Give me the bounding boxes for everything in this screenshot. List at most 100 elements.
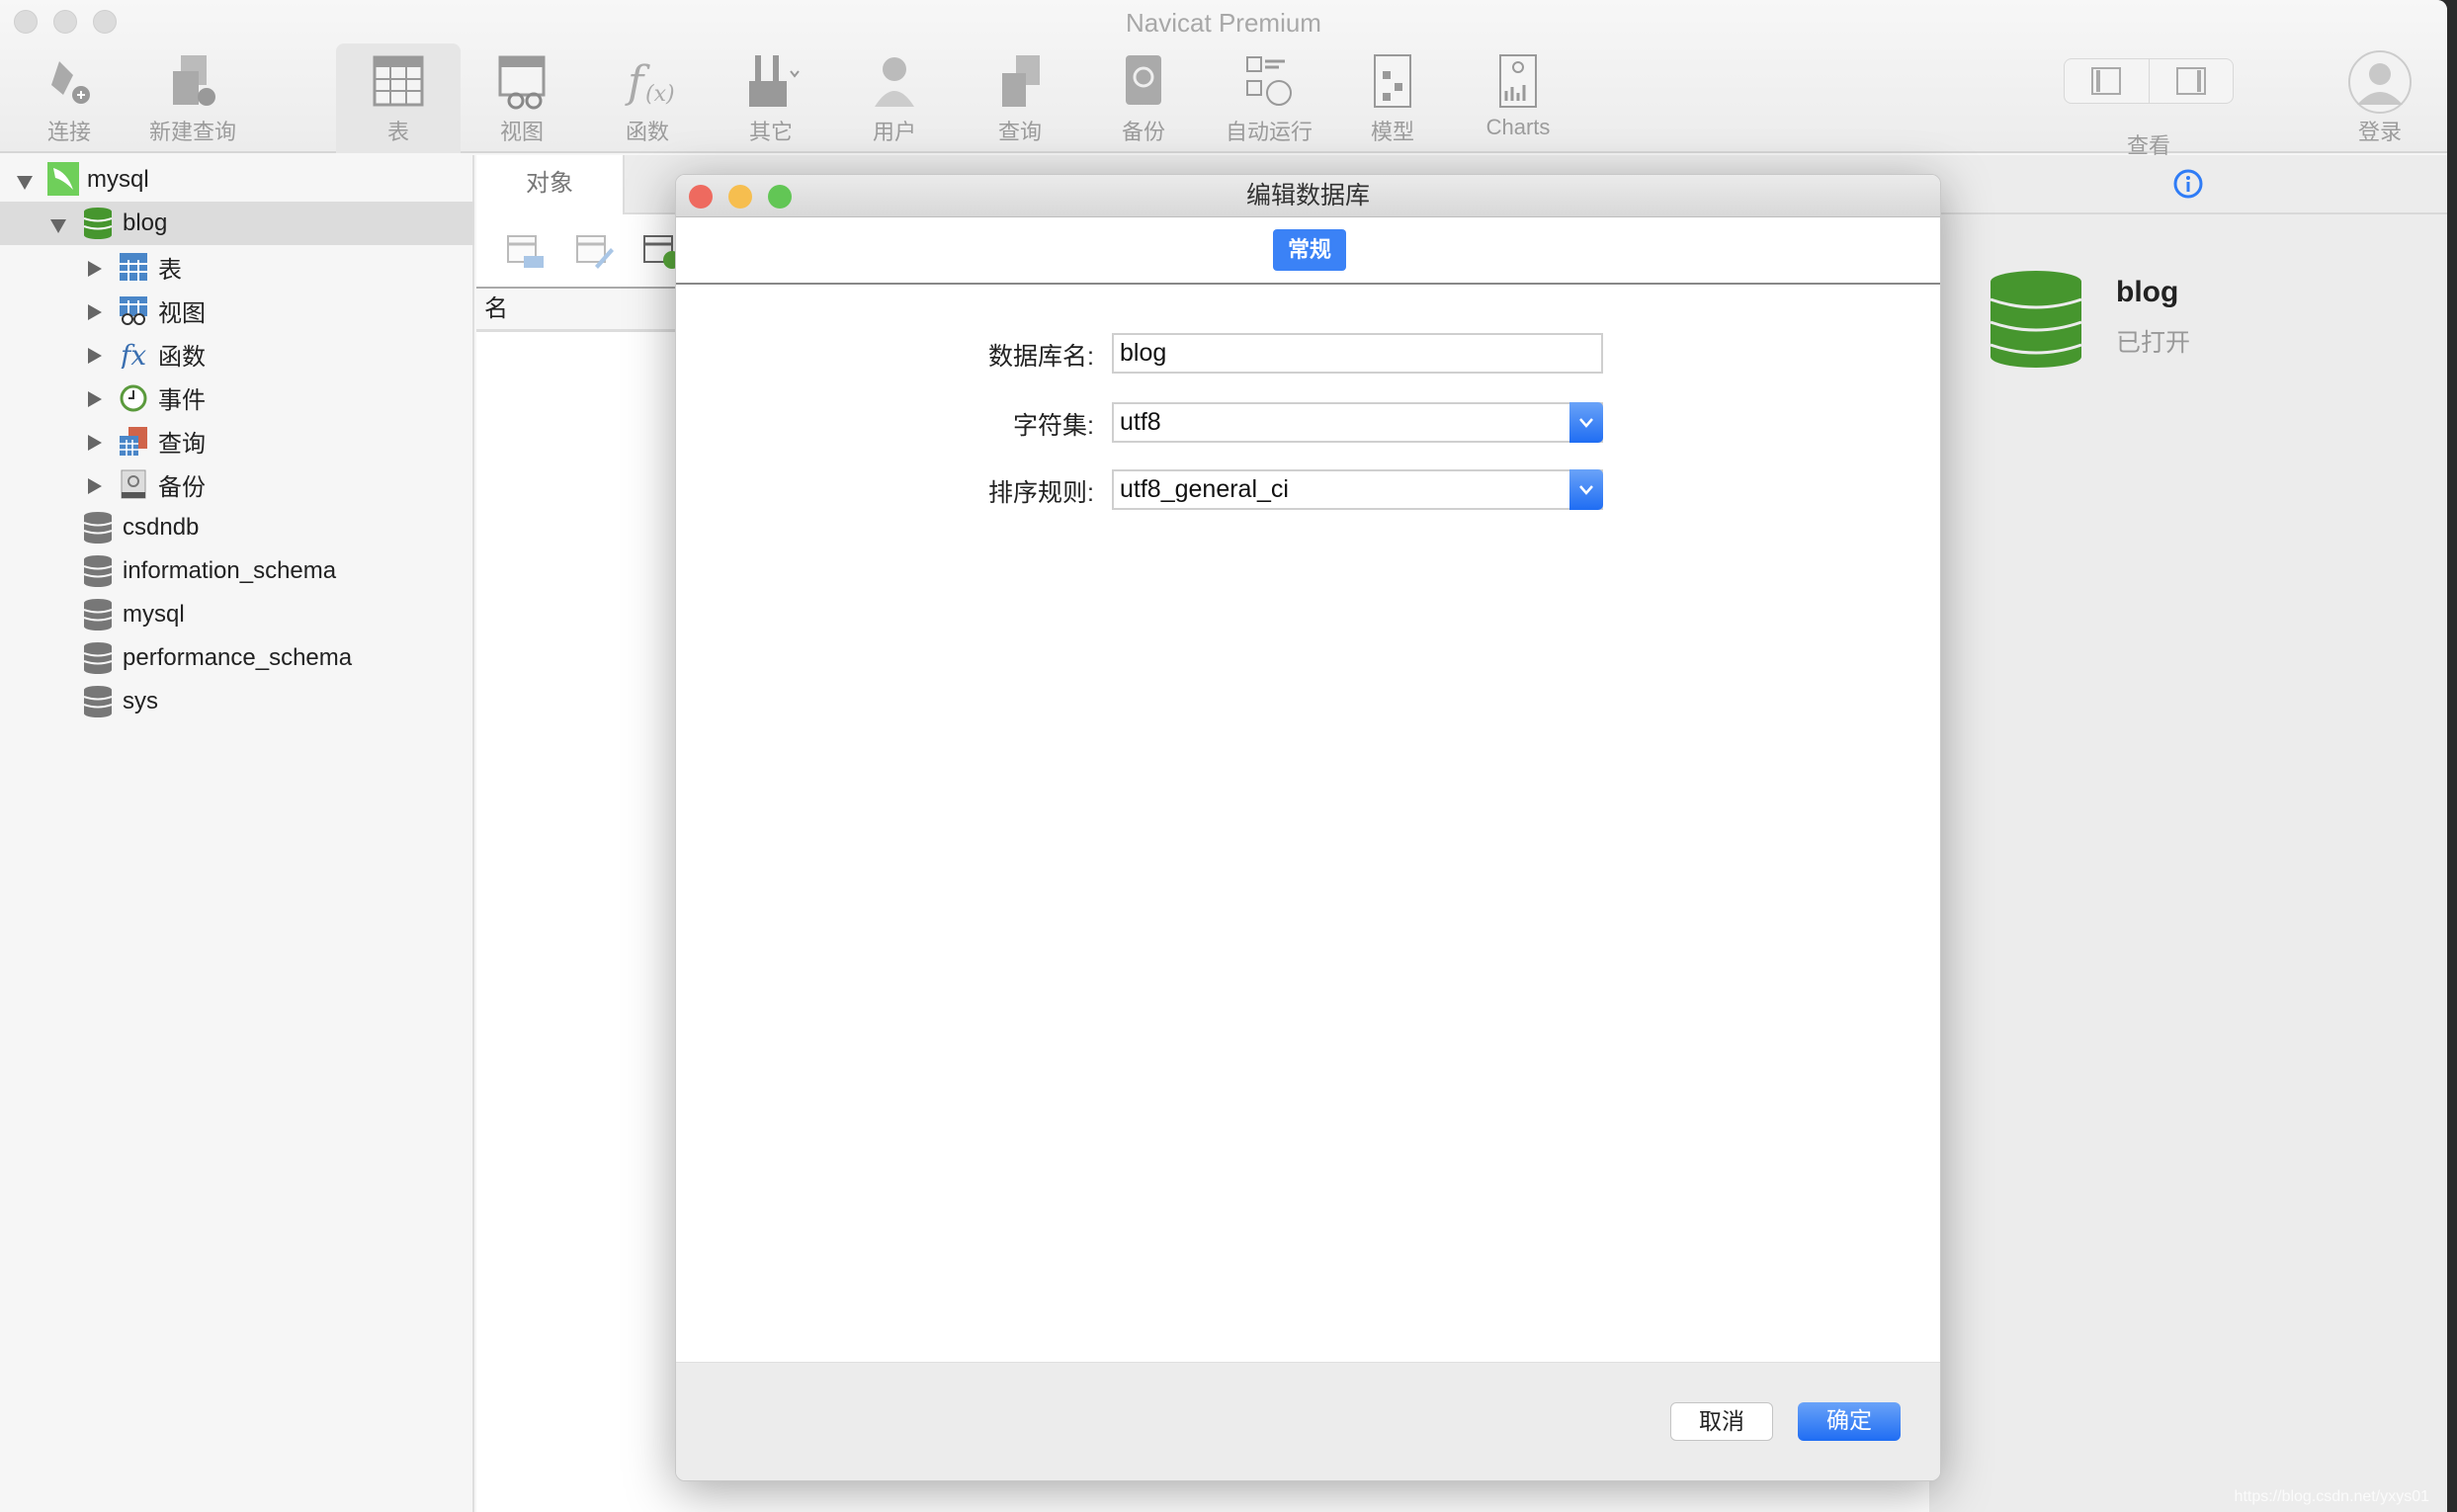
collation-select[interactable]: utf8_general_ci xyxy=(1112,469,1603,510)
tree-label: csdndb xyxy=(123,514,200,541)
collapsed-triangle-icon[interactable] xyxy=(87,344,117,374)
table-icon xyxy=(373,55,424,107)
toolbar-label: Charts xyxy=(1485,115,1551,139)
tree-database[interactable]: information_schema xyxy=(0,549,474,593)
open-table-icon[interactable] xyxy=(506,234,546,270)
edit-database-dialog: 编辑数据库 常规 数据库名: blog 字符集: utf8 排序规则: utf8… xyxy=(675,174,1941,1481)
ok-button[interactable]: 确定 xyxy=(1798,1402,1901,1441)
chevron-down-icon[interactable] xyxy=(1569,402,1603,443)
toolbar-label: 备份 xyxy=(1121,120,1165,144)
dialog-close-button[interactable] xyxy=(689,185,713,209)
tree-database[interactable]: sys xyxy=(0,680,474,723)
toolbar-label: 模型 xyxy=(1370,120,1414,144)
toolbar-schedule-button[interactable]: 自动运行 xyxy=(1207,43,1331,153)
cancel-button[interactable]: 取消 xyxy=(1670,1402,1773,1441)
toolbar-connect-button[interactable]: 连接 xyxy=(7,43,131,153)
database-icon xyxy=(1990,271,2082,368)
database-icon xyxy=(83,685,113,717)
database-icon xyxy=(83,554,113,587)
toolbar-label: 新建查询 xyxy=(148,120,236,144)
tab-general[interactable]: 常规 xyxy=(1273,229,1346,271)
toolbar-function-button[interactable]: f (x) 函数 xyxy=(585,43,710,153)
event-icon xyxy=(119,382,148,412)
tree-label: 事件 xyxy=(158,386,206,414)
connection-tree: mysql blog 表视图 fx 函数事件查询备份 csdndb information_… xyxy=(0,155,474,1512)
tree-group-event[interactable]: 事件 xyxy=(0,376,474,419)
toggle-left-pane-button[interactable] xyxy=(2065,59,2149,103)
tree-group-function[interactable]: fx 函数 xyxy=(0,332,474,376)
database-icon xyxy=(83,511,113,544)
design-table-icon[interactable] xyxy=(575,234,615,270)
collapsed-triangle-icon[interactable] xyxy=(87,257,117,287)
table-icon xyxy=(119,252,148,282)
expanded-triangle-icon[interactable] xyxy=(49,213,79,243)
toolbar-label: 视图 xyxy=(499,120,544,144)
login-label: 登录 xyxy=(2357,120,2402,144)
database-open-icon xyxy=(83,207,113,239)
toolbar-table-button[interactable]: 表 xyxy=(336,43,461,153)
tree-database[interactable]: csdndb xyxy=(0,506,474,549)
connect-icon xyxy=(51,61,90,104)
toolbar-label: 查询 xyxy=(997,120,1042,144)
tree-group-query[interactable]: 查询 xyxy=(0,419,474,462)
toggle-right-pane-button[interactable] xyxy=(2148,59,2234,103)
tools-icon xyxy=(749,55,800,107)
toolbar-model-button[interactable]: 模型 xyxy=(1330,43,1455,153)
toolbar-tools-button[interactable]: 其它 xyxy=(709,43,833,153)
tab-objects[interactable]: 对象 xyxy=(476,155,625,214)
toolbar-view-button[interactable]: 视图 xyxy=(460,43,584,153)
tree-group-view[interactable]: 视图 xyxy=(0,289,474,332)
tree-connection-mysql[interactable]: mysql xyxy=(0,158,474,202)
function-icon: fx xyxy=(119,339,148,372)
toolbar-user-button[interactable]: 用户 xyxy=(832,43,957,153)
db-name-input[interactable]: blog xyxy=(1112,333,1603,374)
watermark: https://blog.csdn.net/yxys01 xyxy=(2234,1488,2429,1505)
db-name-label: 数据库名: xyxy=(988,343,1094,371)
dialog-zoom-button[interactable] xyxy=(768,185,792,209)
tree-database-blog[interactable]: blog xyxy=(0,202,474,245)
toolbar-new-query-button[interactable]: 新建查询 xyxy=(130,43,255,153)
user-avatar-icon xyxy=(2348,50,2412,114)
dialog-minimize-button[interactable] xyxy=(728,185,752,209)
collation-label: 排序规则: xyxy=(988,479,1094,507)
database-icon xyxy=(83,641,113,674)
tree-database[interactable]: mysql xyxy=(0,593,474,636)
model-icon xyxy=(1374,54,1411,108)
tree-label: 备份 xyxy=(158,473,206,501)
expanded-triangle-icon[interactable] xyxy=(16,170,45,200)
chevron-down-icon[interactable] xyxy=(1569,469,1603,510)
svg-text:fx: fx xyxy=(119,339,146,369)
collapsed-triangle-icon[interactable] xyxy=(87,474,117,504)
tree-group-backup[interactable]: 备份 xyxy=(0,462,474,506)
collapsed-triangle-icon[interactable] xyxy=(87,387,117,417)
toolbar-charts-button[interactable]: Charts xyxy=(1456,43,1580,153)
toolbar-backup-button[interactable]: 备份 xyxy=(1081,43,1206,153)
info-panel: blog 已打开 xyxy=(1929,155,2447,1512)
toolbar-query-button[interactable]: 查询 xyxy=(958,43,1082,153)
tree-label: mysql xyxy=(123,601,185,628)
new-query-icon xyxy=(173,55,215,106)
mysql-connection-icon xyxy=(47,162,79,196)
info-icon[interactable] xyxy=(2172,168,2204,200)
tree-label: 函数 xyxy=(158,343,206,371)
tree-label: information_schema xyxy=(123,557,337,584)
collapsed-triangle-icon[interactable] xyxy=(87,300,117,330)
toolbar-label: 用户 xyxy=(872,120,916,144)
toolbar-label: 自动运行 xyxy=(1225,120,1313,144)
tree-label: blog xyxy=(123,210,168,236)
charts-icon xyxy=(1499,54,1537,108)
collapsed-triangle-icon[interactable] xyxy=(87,431,117,461)
info-db-status: 已打开 xyxy=(2116,329,2191,357)
login-button[interactable] xyxy=(2347,49,2413,115)
info-bar xyxy=(1929,155,2447,214)
right-pane-icon xyxy=(2175,67,2206,95)
tree-group-table[interactable]: 表 xyxy=(0,245,474,289)
charset-select[interactable]: utf8 xyxy=(1112,402,1603,443)
dialog-footer: 取消 确定 xyxy=(676,1362,1940,1480)
dialog-title: 编辑数据库 xyxy=(1245,182,1370,210)
schedule-icon xyxy=(1246,56,1292,106)
left-pane-icon xyxy=(2091,67,2122,95)
tree-label: performance_schema xyxy=(123,644,353,671)
dialog-titlebar: 编辑数据库 xyxy=(676,175,1940,217)
tree-database[interactable]: performance_schema xyxy=(0,636,474,680)
